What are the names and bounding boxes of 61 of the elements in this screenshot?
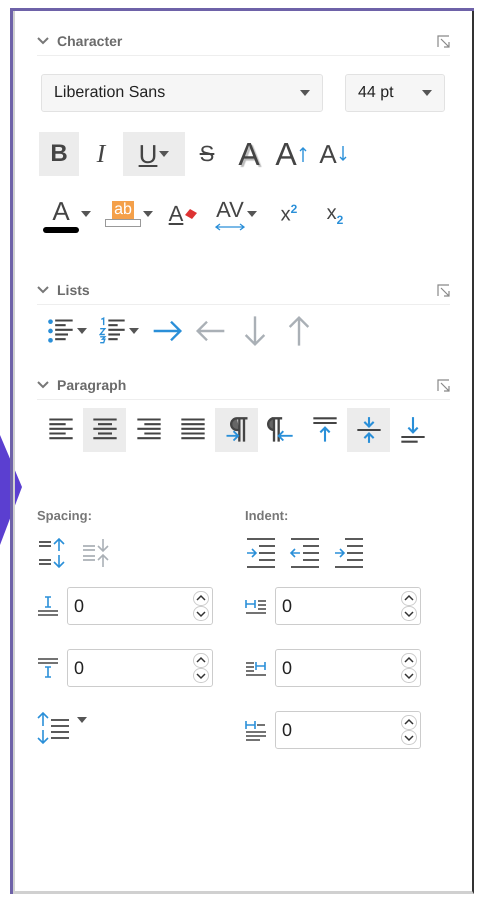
chevron-icon[interactable] <box>37 286 49 294</box>
hanging-indent-icon[interactable] <box>333 537 365 569</box>
number-spin-field[interactable]: 0 <box>275 587 421 625</box>
italic-button[interactable]: I <box>81 132 121 176</box>
number-spin-field[interactable]: 0 <box>275 649 421 687</box>
font-color-button[interactable]: A <box>39 192 95 236</box>
number-spin-field[interactable]: 0 <box>275 711 421 749</box>
clear-formatting-button[interactable]: A <box>163 192 203 236</box>
double-arrow-icon <box>215 223 245 231</box>
numbered-list-icon <box>99 317 127 345</box>
first-line-indent-icon <box>245 719 267 741</box>
dialog-launcher-icon[interactable] <box>437 378 450 392</box>
shrink-font-button[interactable]: A <box>313 132 353 176</box>
paragraph-align-button[interactable] <box>215 408 258 452</box>
align-bottom-icon <box>398 416 426 444</box>
pilcrow-arrow-left-icon <box>266 416 294 444</box>
caret-icon <box>81 211 91 217</box>
number-spin-field[interactable]: 0 <box>67 587 213 625</box>
bold-button[interactable]: B <box>39 132 79 176</box>
shadow-button[interactable]: A <box>229 132 269 176</box>
arrow-up-icon <box>298 146 307 162</box>
caret-icon <box>300 90 310 96</box>
caret-icon <box>77 717 87 723</box>
paragraph-align-button[interactable] <box>83 408 126 452</box>
strikethrough-button[interactable]: S <box>187 132 227 176</box>
color-bar-icon <box>43 226 79 232</box>
caret-icon <box>159 151 170 157</box>
align-top-icon <box>310 416 338 444</box>
caret-icon <box>77 328 87 334</box>
chevron-icon[interactable] <box>37 37 49 45</box>
section-title: Lists <box>57 282 91 298</box>
number-spin-field[interactable]: 0 <box>67 649 213 687</box>
indent-decrease-icon[interactable] <box>289 537 321 569</box>
color-bar-icon <box>105 219 141 227</box>
dialog-launcher-icon[interactable] <box>437 284 450 296</box>
font-size-dropdown[interactable]: 44 pt <box>345 74 445 112</box>
underline-button[interactable]: U <box>123 132 185 176</box>
space-above-icon <box>37 595 59 617</box>
spacing-label: Spacing: <box>37 508 93 523</box>
caret-icon <box>247 211 257 217</box>
arrow-down-icon <box>338 146 347 162</box>
chevron-icon[interactable] <box>37 381 49 389</box>
section-title: Paragraph <box>57 377 128 393</box>
paragraph-align-button[interactable] <box>347 408 390 452</box>
dialog-launcher-icon[interactable] <box>437 34 450 48</box>
subscript-button[interactable]: x$_{2}$ <box>315 192 355 236</box>
bullets-list-icon <box>47 317 75 345</box>
grow-font-button[interactable]: A <box>271 132 311 176</box>
space-below-icon <box>37 657 59 679</box>
eraser-icon <box>185 209 198 219</box>
superscript-button[interactable]: x$^{2}$ <box>269 192 309 236</box>
font-name-dropdown[interactable]: Liberation Sans <box>41 74 323 112</box>
caret-icon <box>422 90 432 96</box>
character-spacing-button[interactable]: AV <box>209 192 263 236</box>
section-title: Character <box>57 33 124 49</box>
caret-icon <box>129 328 139 334</box>
align-middle-icon <box>354 416 382 444</box>
indent-label: Indent: <box>245 508 290 523</box>
indent-increase-icon[interactable] <box>245 537 277 569</box>
line-spacing-icon[interactable] <box>37 711 71 745</box>
caret-icon <box>143 211 153 217</box>
